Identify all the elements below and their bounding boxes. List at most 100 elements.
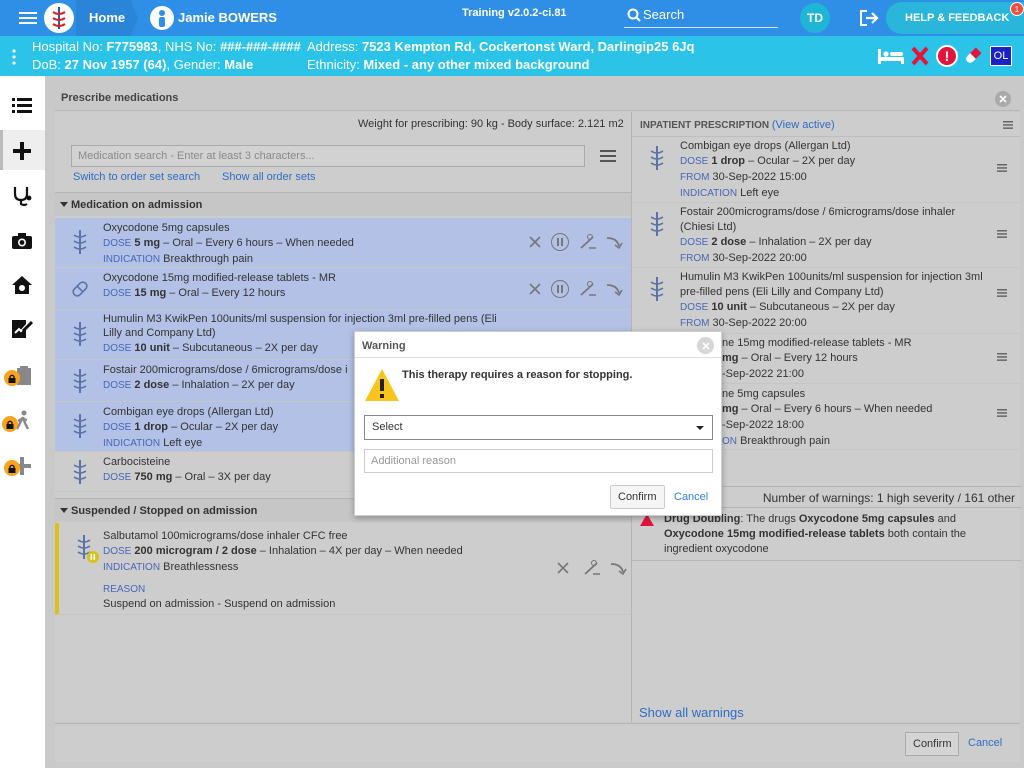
camera-icon[interactable] (10, 230, 34, 252)
more-vertical-icon[interactable] (8, 48, 20, 66)
med-name: Carbocisteine (103, 456, 171, 468)
item-dose-line: DOSE 10 unit – Subcutaneous – 2X per day (680, 301, 895, 313)
panel-confirm-button[interactable]: Confirm (905, 732, 959, 756)
panel-footer: Confirm Cancel (55, 723, 1020, 762)
item-from-line: FROM 30-Sep-2022 15:00 (680, 171, 807, 183)
reason-select-value: Select (372, 421, 403, 433)
app-logo-icon[interactable] (44, 3, 74, 33)
inpatient-item[interactable]: Fostair 200micrograms/dose / 6micrograms… (632, 203, 1021, 268)
med-dose-line: DOSE 5 mg – Oral – Every 6 hours – When … (103, 237, 354, 249)
reason-label: REASON (103, 584, 146, 595)
dialog-confirm-button[interactable]: Confirm (610, 485, 665, 509)
reason-select[interactable]: Select (364, 415, 713, 440)
modify-icon[interactable] (582, 559, 602, 577)
help-feedback-label: HELP & FEEDBACK (905, 12, 1010, 24)
med-row[interactable]: Oxycodone 5mg capsules DOSE 5 mg – Oral … (55, 218, 631, 268)
alert-mark: ! (944, 48, 950, 64)
caduceus-icon (69, 367, 91, 395)
item-menu-icon[interactable] (996, 288, 1008, 298)
show-order-sets-link[interactable]: Show all order sets (222, 171, 316, 183)
additional-reason-input[interactable]: Additional reason (364, 449, 713, 473)
medication-pill-icon[interactable] (962, 45, 984, 67)
caduceus-icon (69, 320, 91, 348)
nhs-number: ###-###-#### (219, 39, 301, 54)
warning-item[interactable]: Drug Doubling: The drugs Oxycodone 5mg c… (632, 509, 1021, 561)
warning-text-line2: Oxycodone 15mg modified-release tablets … (664, 528, 967, 540)
list-icon[interactable] (10, 94, 34, 116)
lock-badge-icon (4, 460, 20, 476)
inpatient-item[interactable]: Humulin M3 KwikPen 100units/ml suspensio… (632, 268, 1021, 334)
patient-id-line: Hospital No: F775983, NHS No: ###-###-##… (32, 39, 301, 54)
allergy-cross-icon[interactable] (910, 44, 930, 68)
search-menu-icon[interactable] (599, 148, 617, 164)
search-field[interactable]: Search (624, 4, 778, 28)
item-name-cont: (Chiesi Ltd) (680, 221, 737, 233)
stop-icon[interactable] (527, 234, 543, 250)
item-from-line: -Sep-2022 18:00 (722, 419, 804, 431)
order-set-search-link[interactable]: Switch to order set search (73, 171, 200, 183)
notification-badge[interactable]: 1 (1010, 2, 1024, 16)
med-dose-line: DOSE 1 drop – Ocular – 2X per day (103, 421, 279, 433)
prescription-sign-icon[interactable] (10, 316, 34, 340)
item-menu-icon[interactable] (996, 163, 1008, 173)
med-row[interactable]: Oxycodone 15mg modified-release tablets … (55, 268, 631, 310)
suspend-icon[interactable] (551, 280, 569, 298)
transfer-icon[interactable] (608, 559, 628, 577)
item-indication-line: ON Breakthrough pain (722, 435, 830, 447)
bed-icon[interactable] (876, 45, 906, 67)
ol-badge[interactable]: OL (990, 46, 1012, 66)
view-active-link[interactable]: (View active) (772, 119, 835, 131)
notification-count: 1 (1014, 4, 1020, 14)
caduceus-icon (646, 210, 668, 238)
medication-search-input[interactable]: Medication search - Enter at least 3 cha… (71, 145, 585, 167)
logout-icon[interactable] (858, 8, 880, 28)
admission-section-header[interactable]: Medication on admission (55, 192, 631, 216)
stethoscope-icon[interactable] (10, 184, 34, 208)
caduceus-icon (646, 144, 668, 172)
inpatient-menu-icon[interactable] (1002, 120, 1014, 130)
plus-icon[interactable] (10, 140, 34, 162)
dialog-cancel-link[interactable]: Cancel (674, 491, 708, 503)
dob-label: DoB: (32, 57, 61, 72)
search-label: Search (643, 7, 685, 22)
patient-name[interactable]: Jamie BOWERS (178, 10, 277, 25)
patient-ethnicity-line: Ethnicity: Mixed - any other mixed backg… (307, 57, 589, 72)
dialog-title: Warning (362, 340, 406, 352)
hamburger-menu-icon[interactable] (18, 9, 38, 27)
caduceus-icon (69, 412, 91, 440)
home-settings-icon[interactable] (10, 273, 34, 297)
item-name: Combigan eye drops (Allergan Ltd) (680, 140, 851, 152)
alert-exclamation-icon[interactable]: ! (936, 45, 958, 67)
patient-dob-line: DoB: 27 Nov 1957 (64), Gender: Male (32, 57, 254, 72)
home-tab[interactable]: Home (76, 0, 138, 36)
transfer-icon[interactable] (604, 280, 624, 298)
item-menu-icon[interactable] (996, 408, 1008, 418)
stop-icon[interactable] (555, 560, 571, 576)
help-feedback-button[interactable]: HELP & FEEDBACK (886, 2, 1024, 34)
collapse-triangle-icon (60, 202, 68, 207)
stop-icon[interactable] (527, 281, 543, 297)
hospital-label: Hospital No: (32, 39, 103, 54)
collapse-triangle-icon (60, 508, 68, 513)
user-avatar[interactable]: TD (800, 3, 830, 33)
patient-address-line: Address: 7523 Kempton Rd, Cockertonst Wa… (307, 39, 694, 54)
show-all-warnings-link[interactable]: Show all warnings (639, 705, 744, 720)
med-indication-line: INDICATION Left eye (103, 437, 203, 449)
modify-icon[interactable] (578, 233, 598, 251)
modify-icon[interactable] (578, 280, 598, 298)
section-title: Suspended / Stopped on admission (71, 505, 258, 517)
suspend-icon[interactable] (551, 233, 569, 251)
dialog-close-icon[interactable] (697, 337, 714, 354)
panel-close-icon[interactable] (995, 91, 1011, 107)
dialog-header: Warning (355, 332, 721, 358)
inpatient-item[interactable]: Combigan eye drops (Allergan Ltd) DOSE 1… (632, 136, 1021, 203)
top-bar: Home Jamie BOWERS Training v2.0.2-ci.81 … (0, 0, 1024, 36)
transfer-icon[interactable] (604, 233, 624, 251)
item-menu-icon[interactable] (996, 229, 1008, 239)
suspended-med-row[interactable]: Salbutamol 100micrograms/dose inhaler CF… (55, 523, 631, 615)
lock-badge-icon (2, 416, 18, 432)
item-menu-icon[interactable] (996, 352, 1008, 362)
home-label: Home (89, 10, 126, 25)
panel-cancel-link[interactable]: Cancel (968, 737, 1002, 749)
item-dose-line: mg – Oral – Every 12 hours (722, 352, 858, 364)
